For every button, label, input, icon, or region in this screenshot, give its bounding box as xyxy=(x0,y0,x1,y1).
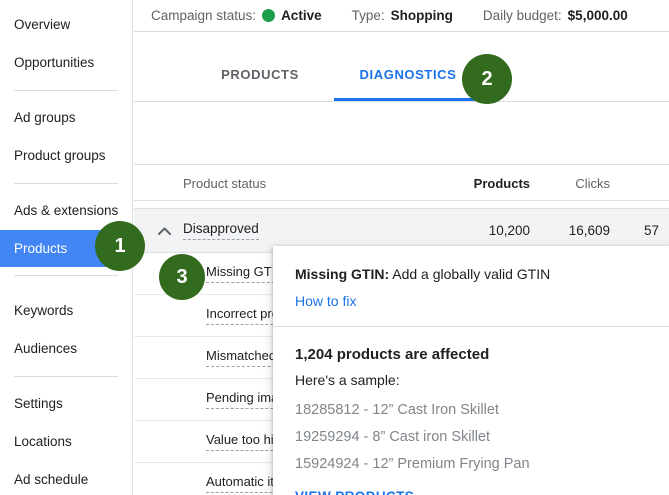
sidebar-item-keywords[interactable]: Keywords xyxy=(0,292,132,330)
tooltip-title: Missing GTIN: Add a globally valid GTIN xyxy=(295,266,651,282)
sidebar-item-product-groups[interactable]: Product groups xyxy=(0,137,132,175)
sidebar-divider xyxy=(0,267,132,292)
sidebar-item-overview[interactable]: Overview xyxy=(0,6,132,44)
how-to-fix-link[interactable]: How to fix xyxy=(295,293,356,309)
disapproved-clicks-count: 16,609 xyxy=(569,223,610,238)
disapproved-status-label[interactable]: Disapproved xyxy=(183,221,259,240)
disapproved-products-count: 10,200 xyxy=(489,223,530,238)
tab-products[interactable]: PRODUCTS xyxy=(186,32,334,101)
google-ads-screen: Overview Opportunities Ad groups Product… xyxy=(0,0,669,495)
sidebar-item-settings[interactable]: Settings xyxy=(0,385,132,423)
column-header-clicks[interactable]: Clicks xyxy=(575,176,610,191)
affected-count-text: 1,204 products are affected xyxy=(295,346,651,363)
column-header-product-status: Product status xyxy=(183,176,266,191)
tooltip-title-rest: Add a globally valid GTIN xyxy=(389,266,550,282)
sidebar-divider xyxy=(0,368,132,385)
sidebar-item-ad-groups[interactable]: Ad groups xyxy=(0,99,132,137)
annotation-badge-1: 1 xyxy=(95,221,145,271)
view-products-link[interactable]: VIEW PRODUCTS xyxy=(295,489,414,495)
sample-product-2: 19259294 - 8” Cast iron Skillet xyxy=(295,424,651,451)
campaign-status-value: Active xyxy=(281,8,322,23)
annotation-badge-2: 2 xyxy=(462,54,512,104)
sample-product-3: 15924924 - 12” Premium Frying Pan xyxy=(295,451,651,478)
active-status-dot-icon xyxy=(262,9,275,22)
daily-budget-value: $5,000.00 xyxy=(568,8,628,23)
daily-budget-label: Daily budget: xyxy=(483,8,562,23)
column-header-products[interactable]: Products xyxy=(474,176,530,191)
campaign-type-value: Shopping xyxy=(391,8,453,23)
sample-product-1: 18285812 - 12” Cast Iron Skillet xyxy=(295,397,651,424)
tooltip-title-bold: Missing GTIN: xyxy=(295,266,389,282)
disapproved-extra-value: 57 xyxy=(644,223,669,238)
missing-gtin-tooltip: Missing GTIN: Add a globally valid GTIN … xyxy=(273,246,669,495)
campaign-status-group: Campaign status: Active xyxy=(151,8,322,23)
annotation-badge-3: 3 xyxy=(159,254,205,300)
sample-label: Here's a sample: xyxy=(295,372,651,388)
campaign-status-label: Campaign status: xyxy=(151,8,256,23)
table-header: Product status Products Clicks xyxy=(134,164,669,201)
sidebar-divider xyxy=(0,82,132,99)
tooltip-divider xyxy=(273,326,669,327)
campaign-type-group: Type: Shopping xyxy=(352,8,453,23)
daily-budget-group: Daily budget: $5,000.00 xyxy=(483,8,628,23)
sidebar-item-locations[interactable]: Locations xyxy=(0,423,132,461)
sidebar-item-opportunities[interactable]: Opportunities xyxy=(0,44,132,82)
sidebar-divider xyxy=(0,175,132,192)
campaign-type-label: Type: xyxy=(352,8,385,23)
tabs-bar: PRODUCTS DIAGNOSTICS xyxy=(134,32,669,102)
campaign-status-bar: Campaign status: Active Type: Shopping D… xyxy=(134,0,669,32)
sidebar-item-audiences[interactable]: Audiences xyxy=(0,330,132,368)
sidebar-item-ad-schedule[interactable]: Ad schedule xyxy=(0,461,132,495)
tab-diagnostics[interactable]: DIAGNOSTICS xyxy=(334,32,482,101)
collapse-chevron-icon[interactable] xyxy=(158,223,171,238)
